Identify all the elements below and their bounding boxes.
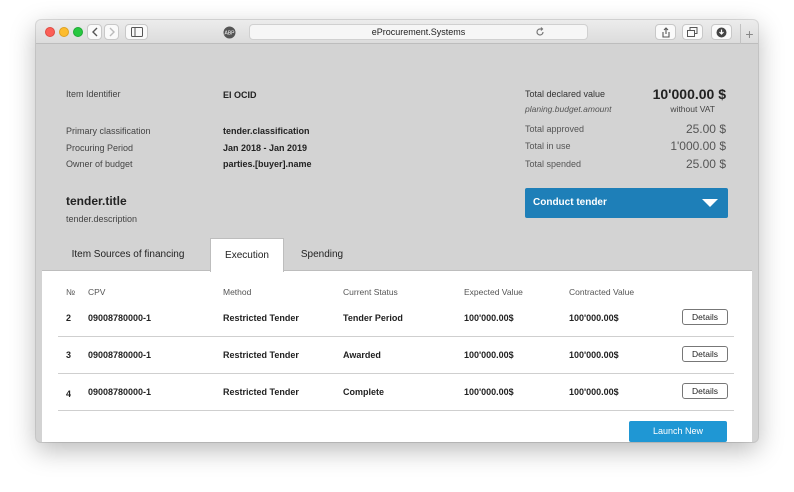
total-spended-label: Total spended (525, 159, 582, 169)
reload-icon (536, 27, 544, 36)
row-cpv: 09008780000-1 (88, 350, 152, 360)
browser-toolbar: ABP eProcurement.Systems + (36, 20, 758, 44)
chevron-down-icon (702, 199, 718, 207)
declared-value-source: planing.budget.amount (525, 104, 612, 114)
row-expected-value: 100'000.00$ (464, 350, 514, 360)
declared-value-amount: 10'000.00 $ (652, 86, 726, 102)
download-icon (716, 27, 727, 37)
share-icon (661, 26, 670, 38)
procuring-period-label: Procuring Period (66, 143, 134, 153)
item-identifier-value: EI OCID (223, 90, 257, 100)
row-status: Complete (343, 387, 385, 397)
procuring-period-value: Jan 2018 - Jan 2019 (223, 143, 308, 153)
sidebar-icon (130, 27, 143, 37)
row-expected-value: 100'000.00$ (464, 313, 514, 323)
table-row: 2 09008780000-1 Restricted Tender Tender… (58, 300, 734, 337)
tab-execution[interactable]: Execution (210, 238, 284, 272)
zoom-window-button[interactable] (73, 27, 83, 37)
total-in-use-value: 1'000.00 $ (670, 139, 726, 153)
share-button[interactable] (655, 24, 676, 40)
table-row: 4 09008780000-1 Restricted Tender Comple… (58, 374, 734, 411)
owner-of-budget-value: parties.[buyer].name (223, 159, 312, 169)
forward-button[interactable] (104, 24, 119, 40)
row-method: Restricted Tender (223, 350, 299, 360)
url-text: eProcurement.Systems (371, 27, 466, 37)
browser-window: ABP eProcurement.Systems + Item Identifi… (36, 20, 758, 442)
tab-label: Item Sources of financing (71, 249, 185, 260)
primary-classification-value: tender.classification (223, 126, 310, 136)
row-contracted-value: 100'000.00$ (569, 313, 619, 323)
row-cpv: 09008780000-1 (88, 313, 152, 323)
chevron-left-icon (91, 27, 97, 37)
svg-text:ABP: ABP (224, 30, 235, 36)
total-approved-value: 25.00 $ (685, 122, 726, 136)
primary-classification-label: Primary classification (66, 126, 151, 136)
row-method: Restricted Tender (223, 387, 299, 397)
reload-button[interactable] (532, 24, 548, 40)
row-status: Awarded (343, 350, 381, 360)
shield-icon: ABP (223, 26, 236, 38)
sidebar-toggle-button[interactable] (125, 24, 148, 40)
row-number: 2 (66, 313, 72, 323)
minimize-window-button[interactable] (59, 27, 69, 37)
conduct-tender-label: Conduct tender (533, 197, 607, 208)
details-button[interactable]: Details (682, 383, 728, 399)
column-header-status: Current Status (343, 287, 398, 297)
tab-label: Spending (300, 249, 344, 260)
total-spended-value: 25.00 $ (685, 157, 726, 171)
tab-label: Execution (225, 250, 269, 261)
column-header-no: № (66, 287, 76, 297)
launch-new-label: Launch New (652, 426, 704, 436)
tabs-icon (687, 27, 698, 37)
row-number: 3 (66, 350, 72, 360)
privacy-report-button[interactable]: ABP (221, 24, 238, 40)
downloads-button[interactable] (711, 24, 732, 40)
item-identifier-label: Item Identifier (66, 89, 121, 99)
tender-description: tender.description (66, 214, 138, 224)
column-header-contracted-value: Contracted Value (569, 287, 635, 297)
execution-panel: № CPV Method Current Status Expected Val… (42, 270, 752, 442)
row-cpv: 09008780000-1 (88, 387, 152, 397)
column-header-cpv: CPV (88, 287, 106, 297)
conduct-tender-dropdown[interactable]: Conduct tender (525, 188, 728, 218)
tender-title: tender.title (66, 194, 127, 208)
declared-value-label: Total declared value (525, 89, 606, 99)
total-in-use-label: Total in use (525, 141, 571, 151)
tab-spending[interactable]: Spending (294, 238, 350, 271)
page-content: Item Identifier EI OCID Primary classifi… (36, 44, 758, 442)
launch-new-button[interactable]: Launch New (629, 421, 727, 442)
new-tab-button[interactable]: + (740, 24, 758, 44)
details-button[interactable]: Details (682, 309, 728, 325)
column-header-expected-value: Expected Value (464, 287, 523, 297)
row-status: Tender Period (343, 313, 403, 323)
details-button[interactable]: Details (682, 346, 728, 362)
total-approved-label: Total approved (525, 124, 585, 134)
chevron-right-icon (109, 27, 115, 37)
vat-note: without VAT (670, 104, 715, 114)
row-contracted-value: 100'000.00$ (569, 387, 619, 397)
row-expected-value: 100'000.00$ (464, 387, 514, 397)
tabs-overview-button[interactable] (682, 24, 703, 40)
row-method: Restricted Tender (223, 313, 299, 323)
table-row: 3 09008780000-1 Restricted Tender Awarde… (58, 337, 734, 374)
column-header-method: Method (223, 287, 252, 297)
close-window-button[interactable] (45, 27, 55, 37)
tab-item-sources-of-financing[interactable]: Item Sources of financing (66, 238, 190, 271)
row-number: 4 (66, 389, 72, 399)
back-button[interactable] (87, 24, 102, 40)
owner-of-budget-label: Owner of budget (66, 159, 133, 169)
row-contracted-value: 100'000.00$ (569, 350, 619, 360)
